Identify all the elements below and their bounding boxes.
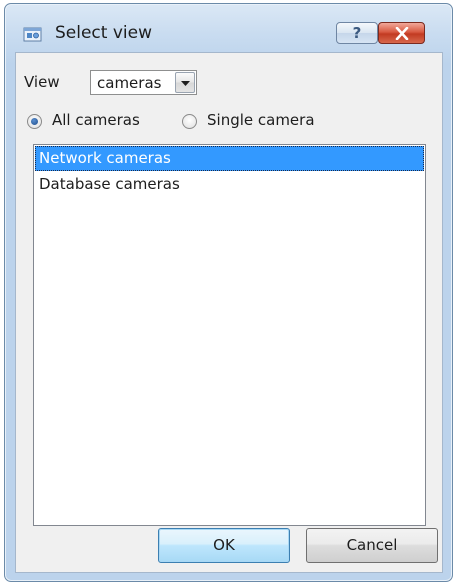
view-label: View — [24, 73, 60, 91]
dialog-body: View cameras All cameras Single camera N… — [15, 52, 443, 573]
view-dropdown[interactable]: cameras — [90, 70, 197, 95]
chevron-down-icon — [181, 81, 190, 86]
close-button[interactable] — [378, 22, 425, 44]
list-item-network-cameras[interactable]: Network cameras — [35, 146, 424, 171]
help-button[interactable]: ? — [336, 22, 378, 44]
single-camera-radio[interactable] — [182, 114, 197, 129]
dialog-window: Select view ? View cameras All cameras S… — [4, 3, 453, 582]
camera-list[interactable]: Network cameras Database cameras — [33, 144, 426, 526]
ok-button[interactable]: OK — [158, 528, 290, 563]
view-dropdown-value: cameras — [97, 74, 162, 92]
all-cameras-label[interactable]: All cameras — [52, 111, 140, 129]
cancel-button[interactable]: Cancel — [306, 528, 438, 563]
close-icon — [395, 27, 409, 40]
list-item-database-cameras[interactable]: Database cameras — [35, 172, 424, 197]
title-bar[interactable]: Select view ? — [5, 4, 452, 52]
all-cameras-radio[interactable] — [27, 114, 42, 129]
help-icon: ? — [352, 24, 362, 42]
window-title: Select view — [55, 23, 152, 43]
view-icon — [23, 25, 43, 43]
dropdown-arrow-button[interactable] — [175, 72, 195, 93]
single-camera-label[interactable]: Single camera — [207, 111, 315, 129]
